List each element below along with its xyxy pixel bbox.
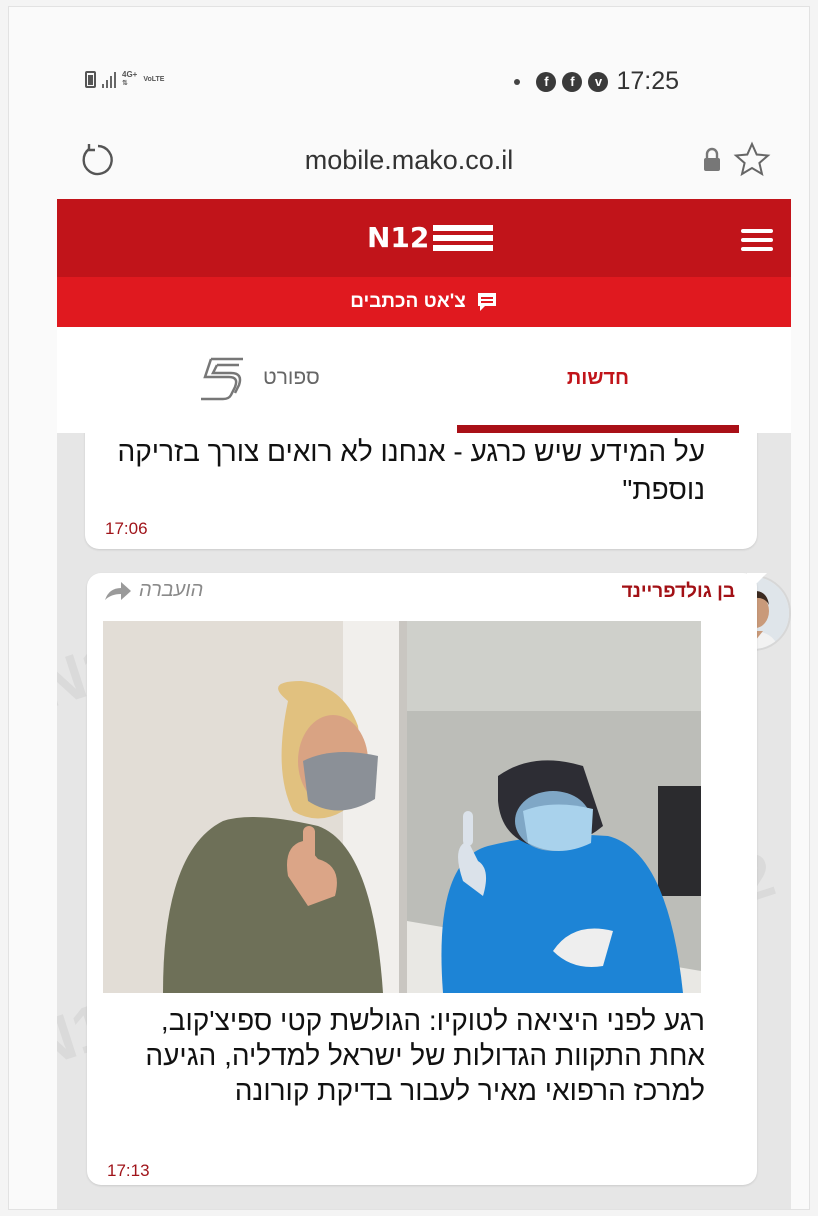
- reporters-chat-bar[interactable]: צ'אט הכתבים: [57, 277, 791, 327]
- tab-news[interactable]: חדשות: [457, 327, 739, 433]
- chat-label: צ'אט הכתבים: [350, 291, 466, 312]
- bookmark-star-icon[interactable]: [733, 141, 771, 177]
- feed-message: בן גולדפריינד הועברה רגע לפני היציאה לטו…: [87, 573, 757, 1185]
- hamburger-menu-icon[interactable]: [741, 229, 773, 251]
- network-4g-label: 4G+: [122, 70, 138, 79]
- status-right: f f v 17:25: [514, 67, 679, 96]
- lock-icon: [704, 147, 720, 171]
- logo-text: N12: [367, 221, 430, 254]
- message-author[interactable]: בן גולדפריינד: [622, 581, 735, 603]
- chat-icon: [477, 293, 496, 311]
- sport5-logo-icon: [201, 357, 243, 401]
- n12-logo[interactable]: N12: [367, 221, 494, 254]
- viber-icon: v: [588, 71, 609, 92]
- signal-icon: [102, 71, 116, 88]
- status-left: 4G+ ⇅ VoLTE: [85, 71, 169, 88]
- volte-label: VoLTE: [143, 75, 165, 83]
- facebook-icon: f: [536, 71, 557, 92]
- tab-news-label: חדשות: [566, 367, 630, 389]
- forwarded-indicator: הועברה: [103, 579, 203, 602]
- browser-url-bar: mobile.mako.co.il: [9, 135, 809, 191]
- forwarded-label: הועברה: [139, 579, 204, 601]
- site-header: N12: [57, 199, 791, 277]
- active-tab-indicator: [457, 425, 739, 433]
- battery-icon: [85, 71, 96, 88]
- message-photo[interactable]: [103, 621, 701, 993]
- message-time: 17:13: [107, 1161, 150, 1180]
- forward-arrow-icon: [105, 581, 131, 600]
- message-text: רגע לפני היציאה לטוקיו: הגולשת קטי ספיצ'…: [145, 1005, 705, 1106]
- facebook-icon: f: [562, 71, 583, 92]
- tab-sport[interactable]: ספורט: [197, 353, 357, 403]
- message-time: 17:06: [105, 519, 148, 538]
- phone-screen: 4G+ ⇅ VoLTE f f v 17:25 mobile.mako.co.i…: [8, 6, 810, 1210]
- message-text: על המידע שיש כרגע - אנחנו לא רואים צורך …: [117, 436, 705, 505]
- tab-sport-label: ספורט: [263, 366, 320, 389]
- feed-message: על המידע שיש כרגע - אנחנו לא רואים צורך …: [85, 433, 757, 549]
- notification-dot-icon: [514, 78, 521, 85]
- logo-stripes: [433, 224, 494, 251]
- url-field[interactable]: mobile.mako.co.il: [9, 145, 809, 176]
- status-bar: 4G+ ⇅ VoLTE f f v 17:25: [9, 63, 809, 103]
- live-feed: N12 N12 N12 N12 על המידע שיש כרגע - אנחנ…: [57, 433, 791, 1209]
- clock: 17:25: [616, 67, 679, 95]
- section-tabs: חדשות ספורט: [57, 327, 791, 433]
- network-indicator: 4G+ ⇅: [122, 70, 138, 88]
